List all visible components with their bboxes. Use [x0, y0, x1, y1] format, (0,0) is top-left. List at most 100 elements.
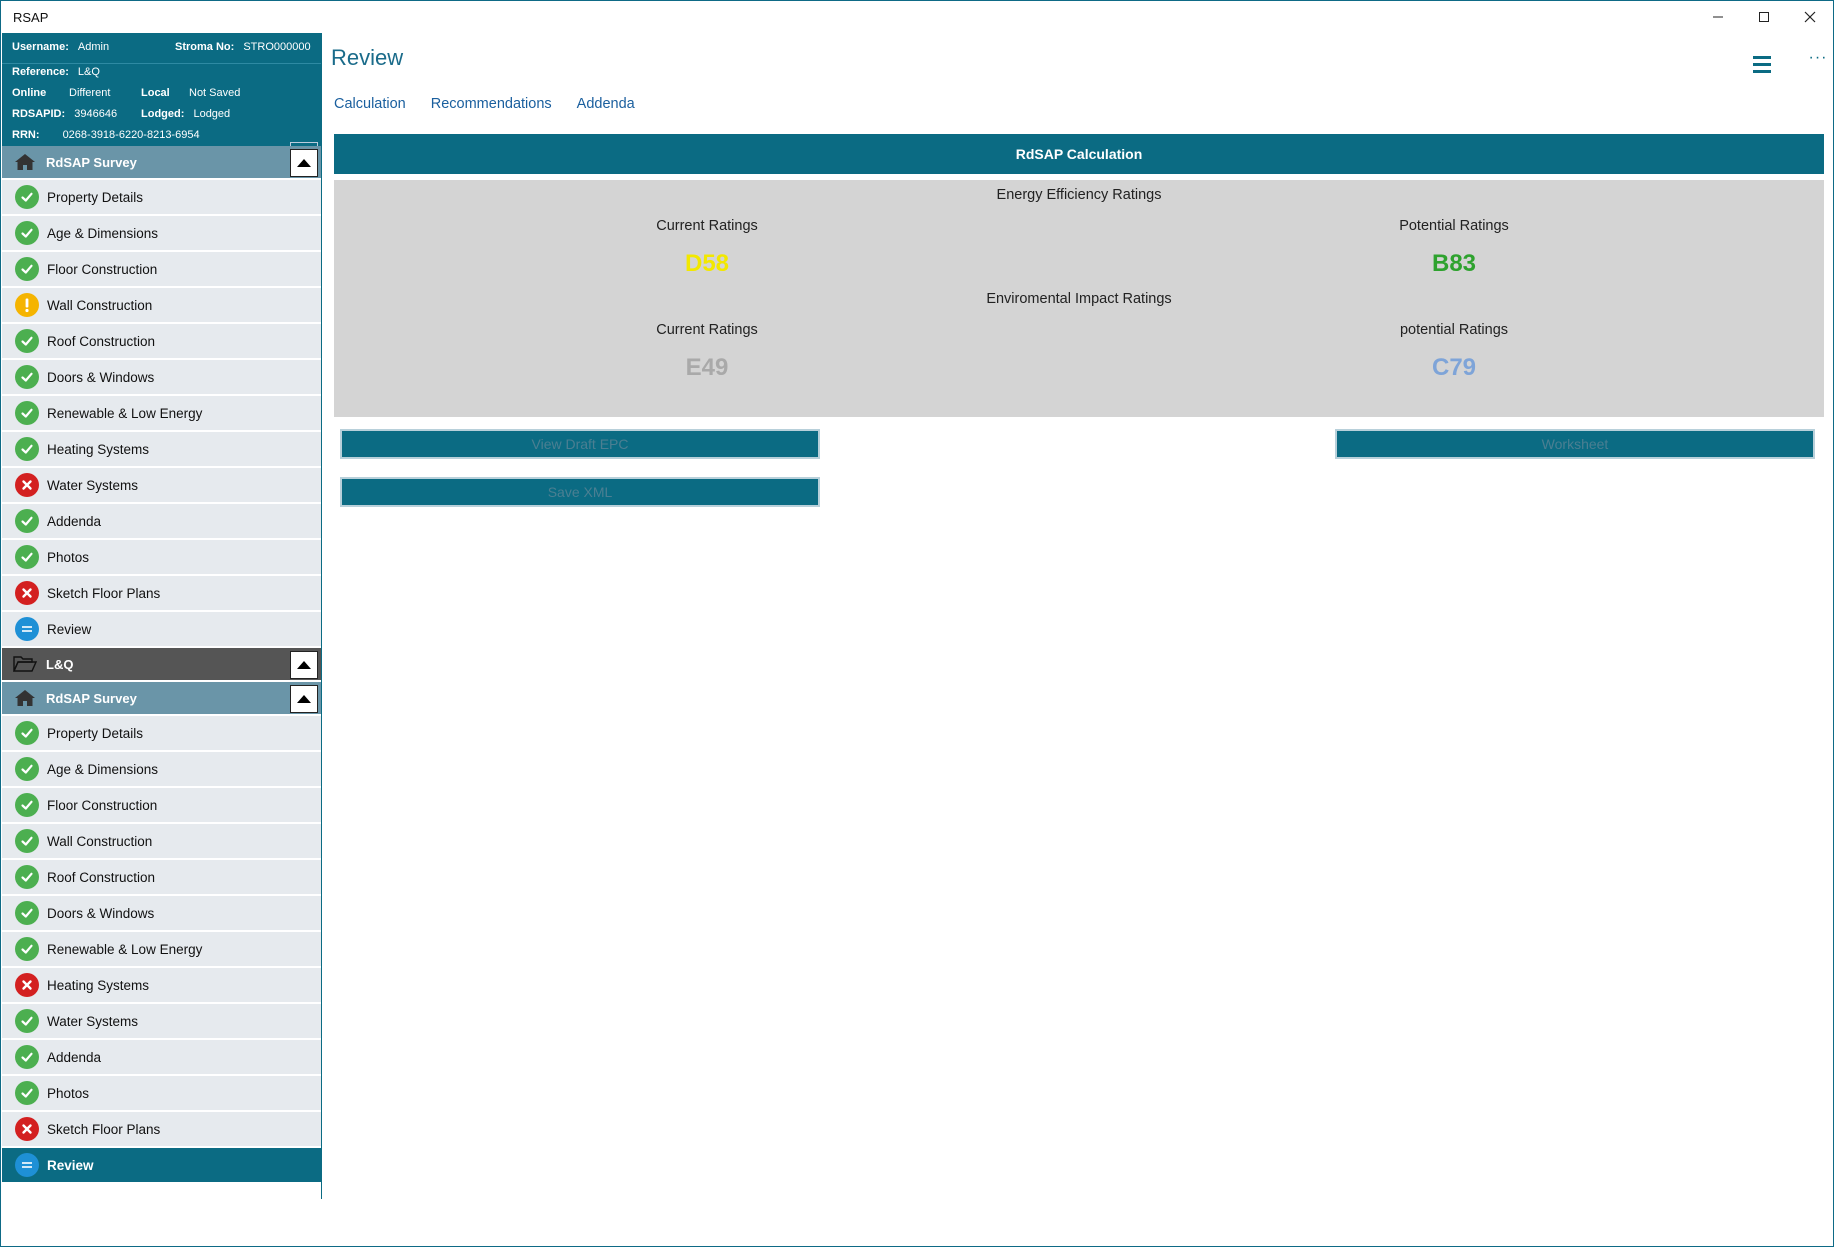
window-controls	[1695, 1, 1833, 33]
nav-item-age-and-dimensions[interactable]: Age & Dimensions	[2, 216, 321, 252]
more-options-button[interactable]: ···	[1803, 49, 1833, 79]
check-circle-icon	[15, 1081, 39, 1105]
save-xml-button[interactable]: Save XML	[340, 477, 820, 507]
survey-items-list: Property Details Age & Dimensions Floor Co…	[2, 716, 321, 1184]
folder-header[interactable]: L&Q	[2, 648, 321, 682]
collapse-button[interactable]	[290, 149, 318, 177]
error-circle-icon	[15, 581, 39, 605]
rdsapid-label: RDSAPID:	[12, 108, 66, 120]
nav-item-property-details[interactable]: Property Details	[2, 180, 321, 216]
nav-item-label: Wall Construction	[47, 297, 153, 313]
check-circle-icon	[15, 365, 39, 389]
online-value-row: Different	[69, 87, 110, 101]
env-potential-label: potential Ratings	[1399, 322, 1509, 338]
close-button[interactable]	[1787, 1, 1833, 33]
view-draft-epc-button[interactable]: View Draft EPC	[340, 429, 820, 459]
nav-item-wall-construction[interactable]: Wall Construction	[2, 288, 321, 324]
maximize-button[interactable]	[1741, 1, 1787, 33]
nav-item-wall-construction[interactable]: Wall Construction	[2, 824, 321, 860]
error-circle-icon	[15, 973, 39, 997]
check-circle-icon	[15, 545, 39, 569]
check-circle-icon	[15, 829, 39, 853]
check-circle-icon	[15, 437, 39, 461]
tab-calculation[interactable]: Calculation	[334, 96, 406, 112]
survey-header[interactable]: RdSAP Survey	[2, 682, 321, 716]
tab-recommendations[interactable]: Recommendations	[431, 96, 552, 112]
nav-item-label: Age & Dimensions	[47, 225, 159, 241]
collapse-button[interactable]	[290, 685, 318, 713]
tab-addenda[interactable]: Addenda	[577, 96, 635, 112]
survey-navigation: RdSAP Survey Property Details Age & Dimen…	[2, 146, 321, 1184]
nav-item-doors-and-windows[interactable]: Doors & Windows	[2, 896, 321, 932]
nav-item-age-and-dimensions[interactable]: Age & Dimensions	[2, 752, 321, 788]
energy-current-rating: D58	[684, 250, 730, 277]
energy-current-label: Current Ratings	[656, 218, 758, 234]
collapse-button[interactable]	[290, 651, 318, 679]
nav-item-label: Doors & Windows	[47, 905, 155, 921]
local-value: Not Saved	[189, 87, 241, 99]
nav-item-review[interactable]: Review	[2, 1148, 321, 1184]
nav-item-sketch-floor-plans[interactable]: Sketch Floor Plans	[2, 1112, 321, 1148]
nav-item-label: Heating Systems	[47, 977, 150, 993]
worksheet-button[interactable]: Worksheet	[1335, 429, 1815, 459]
window-title: RSAP	[13, 10, 49, 25]
nav-item-floor-construction[interactable]: Floor Construction	[2, 788, 321, 824]
nav-item-review[interactable]: Review	[2, 612, 321, 648]
rrn-label: RRN:	[12, 129, 40, 141]
reference-row: Reference: L&Q	[12, 66, 100, 80]
error-circle-icon	[15, 1117, 39, 1141]
nav-item-label: Photos	[47, 549, 90, 565]
nav-item-label: Sketch Floor Plans	[47, 585, 161, 601]
check-circle-icon	[15, 1045, 39, 1069]
nav-item-renewable-and-low-energy[interactable]: Renewable & Low Energy	[2, 396, 321, 432]
hamburger-icon-bar	[1753, 55, 1771, 59]
main-content: Review ··· Calculation Recommendations A…	[331, 33, 1833, 1233]
folder-icon	[10, 651, 40, 677]
minimize-button[interactable]	[1695, 1, 1741, 33]
nav-item-roof-construction[interactable]: Roof Construction	[2, 860, 321, 896]
nav-item-sketch-floor-plans[interactable]: Sketch Floor Plans	[2, 576, 321, 612]
left-panel: Username: Admin Stroma No: STRO000000 Re…	[2, 33, 322, 1199]
online-label: Online	[12, 87, 47, 99]
reference-label: Reference:	[12, 66, 69, 78]
stroma-value: STRO000000	[243, 41, 311, 53]
nav-item-photos[interactable]: Photos	[2, 1076, 321, 1112]
nav-item-water-systems[interactable]: Water Systems	[2, 468, 321, 504]
environmental-impact-title: Enviromental Impact Ratings	[986, 291, 1172, 307]
nav-item-label: Addenda	[47, 1049, 102, 1065]
nav-item-photos[interactable]: Photos	[2, 540, 321, 576]
nav-item-label: Age & Dimensions	[47, 761, 159, 777]
maximize-icon	[1759, 12, 1769, 22]
nav-item-property-details[interactable]: Property Details	[2, 716, 321, 752]
nav-item-label: Photos	[47, 1085, 90, 1101]
username-label: Username:	[12, 41, 69, 53]
check-circle-icon	[15, 1009, 39, 1033]
nav-item-label: Water Systems	[47, 477, 139, 493]
check-circle-icon	[15, 185, 39, 209]
stroma-label: Stroma No:	[175, 41, 235, 53]
rrn-value: 0268-3918-6220-8213-6954	[62, 129, 200, 141]
nav-item-roof-construction[interactable]: Roof Construction	[2, 324, 321, 360]
folder-title: L&Q	[46, 656, 74, 672]
username-value: Admin	[77, 41, 110, 53]
menu-button[interactable]	[1747, 49, 1777, 79]
survey-header[interactable]: RdSAP Survey	[2, 146, 321, 180]
nav-item-label: Wall Construction	[47, 833, 153, 849]
rrn-row: RRN: 0268-3918-6220-8213-6954	[12, 129, 200, 143]
nav-item-renewable-and-low-energy[interactable]: Renewable & Low Energy	[2, 932, 321, 968]
nav-item-heating-systems[interactable]: Heating Systems	[2, 968, 321, 1004]
nav-item-heating-systems[interactable]: Heating Systems	[2, 432, 321, 468]
nav-item-label: Roof Construction	[47, 869, 156, 885]
nav-item-water-systems[interactable]: Water Systems	[2, 1004, 321, 1040]
check-circle-icon	[15, 257, 39, 281]
nav-item-doors-and-windows[interactable]: Doors & Windows	[2, 360, 321, 396]
hamburger-icon-bar	[1753, 69, 1771, 73]
stroma-row: Stroma No: STRO000000	[175, 41, 311, 55]
nav-item-floor-construction[interactable]: Floor Construction	[2, 252, 321, 288]
nav-item-addenda[interactable]: Addenda	[2, 504, 321, 540]
nav-item-label: Sketch Floor Plans	[47, 1121, 161, 1137]
env-potential-rating: C79	[1431, 354, 1477, 381]
house-icon	[10, 685, 40, 711]
nav-item-addenda[interactable]: Addenda	[2, 1040, 321, 1076]
local-value-row: Not Saved	[189, 87, 240, 101]
